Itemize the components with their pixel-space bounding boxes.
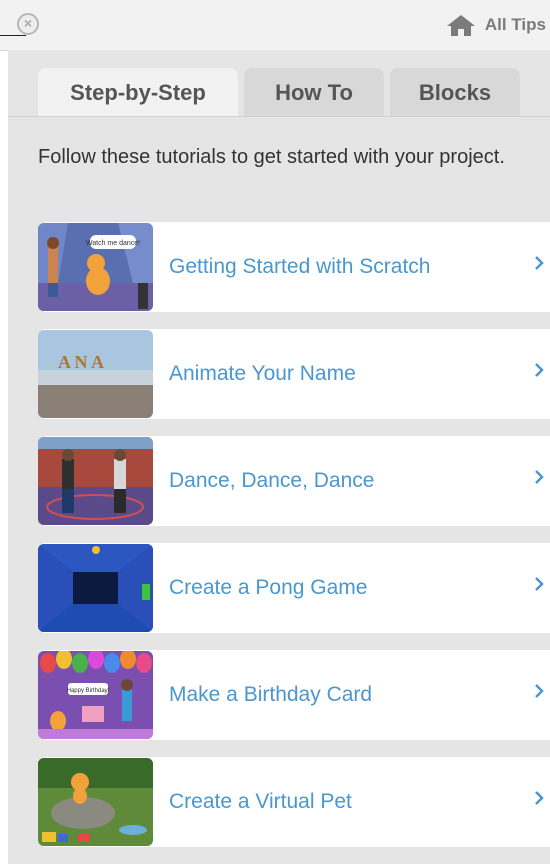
home-icon bbox=[446, 15, 475, 36]
top-bar: × All Tips bbox=[0, 0, 550, 51]
tab-how-to[interactable]: How To bbox=[244, 68, 384, 117]
chevron-right-icon[interactable] bbox=[534, 790, 544, 806]
tips-panel: Step-by-Step How To Blocks Follow these … bbox=[8, 50, 550, 864]
tutorial-thumbnail-pong bbox=[38, 544, 153, 632]
intro-text: Follow these tutorials to get started wi… bbox=[38, 146, 505, 168]
tutorial-item[interactable]: Happy Birthday! Make a Birthday Card bbox=[38, 650, 550, 740]
all-tips-button[interactable]: All Tips bbox=[446, 12, 546, 38]
chevron-right-icon[interactable] bbox=[534, 255, 544, 271]
tab-blocks[interactable]: Blocks bbox=[390, 68, 520, 117]
chevron-right-icon[interactable] bbox=[534, 469, 544, 485]
tutorial-thumbnail-birthday: Happy Birthday! bbox=[38, 651, 153, 739]
tutorial-title[interactable]: Dance, Dance, Dance bbox=[169, 469, 550, 493]
svg-text:Happy Birthday!: Happy Birthday! bbox=[67, 688, 110, 694]
tutorial-thumbnail-getting-started: Watch me dance! bbox=[38, 223, 153, 311]
chevron-right-icon[interactable] bbox=[534, 683, 544, 699]
tutorial-thumbnail-dance bbox=[38, 437, 153, 525]
tutorial-item[interactable]: A N A Animate Your Name bbox=[38, 329, 550, 419]
tutorial-title[interactable]: Create a Pong Game bbox=[169, 576, 550, 600]
tutorial-item[interactable]: Watch me dance! Getting Started with Scr… bbox=[38, 222, 550, 312]
tutorial-title[interactable]: Getting Started with Scratch bbox=[169, 255, 550, 279]
tutorial-title[interactable]: Animate Your Name bbox=[169, 362, 550, 386]
chevron-right-icon[interactable] bbox=[534, 362, 544, 378]
tutorial-item[interactable]: Create a Pong Game bbox=[38, 543, 550, 633]
tab-step-by-step[interactable]: Step-by-Step bbox=[38, 68, 238, 117]
tutorial-item[interactable]: Create a Virtual Pet bbox=[38, 757, 550, 847]
close-icon[interactable]: × bbox=[17, 13, 39, 35]
all-tips-label: All Tips bbox=[484, 15, 546, 34]
pointer-line bbox=[0, 35, 26, 36]
svg-text:Watch me dance!: Watch me dance! bbox=[86, 240, 140, 247]
tab-bar: Step-by-Step How To Blocks bbox=[38, 68, 526, 117]
tab-divider bbox=[8, 116, 550, 117]
tutorial-thumbnail-virtual-pet bbox=[38, 758, 153, 846]
chevron-right-icon[interactable] bbox=[534, 576, 544, 592]
tutorial-title[interactable]: Create a Virtual Pet bbox=[169, 790, 550, 814]
tutorial-title[interactable]: Make a Birthday Card bbox=[169, 683, 550, 707]
tutorial-thumbnail-animate-name: A N A bbox=[38, 330, 153, 418]
svg-text:A N A: A N A bbox=[58, 352, 104, 372]
tutorial-item[interactable]: Dance, Dance, Dance bbox=[38, 436, 550, 526]
tutorial-list: Watch me dance! Getting Started with Scr… bbox=[38, 222, 550, 864]
